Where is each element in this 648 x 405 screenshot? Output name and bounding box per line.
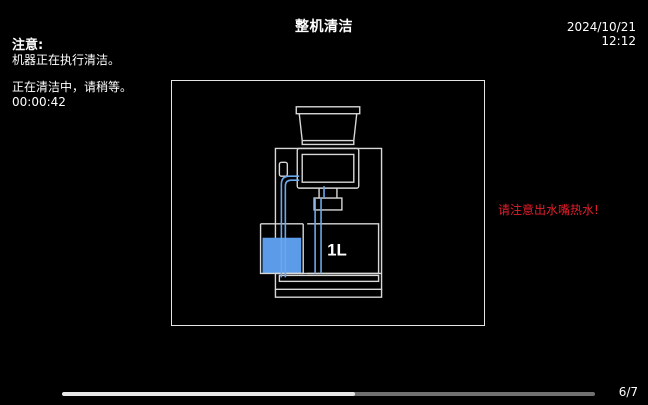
datetime-display: 2024/10/21 12:12 (567, 20, 636, 48)
cleaning-status: 正在清洁中，请稍等。 (12, 80, 133, 94)
tank-capacity-label: 1L (327, 241, 347, 260)
coffee-machine-illustration: 1L (259, 106, 383, 298)
hot-water-warning: 请注意出水嘴热水! (498, 203, 599, 217)
progress-bar (62, 392, 595, 396)
date-text: 2024/10/21 (566, 20, 636, 34)
notice-message: 机器正在执行清洁。 (12, 53, 121, 67)
time-text: 12:12 (601, 34, 636, 48)
notice-panel: 注意: 机器正在执行清洁。 正在清洁中，请稍等。 00:00:42 (12, 38, 167, 110)
page-counter: 6/7 (618, 385, 638, 399)
progress-fill (62, 392, 356, 396)
cleaning-screen: 整机清洁 2024/10/21 12:12 注意: 机器正在执行清洁。 正在清洁… (0, 0, 648, 405)
bean-hopper-icon (295, 106, 361, 146)
elapsed-timer: 00:00:42 (12, 95, 66, 109)
machine-illustration-frame: 1L (171, 80, 485, 326)
page-title: 整机清洁 (295, 19, 353, 35)
notice-heading: 注意: (12, 38, 44, 53)
